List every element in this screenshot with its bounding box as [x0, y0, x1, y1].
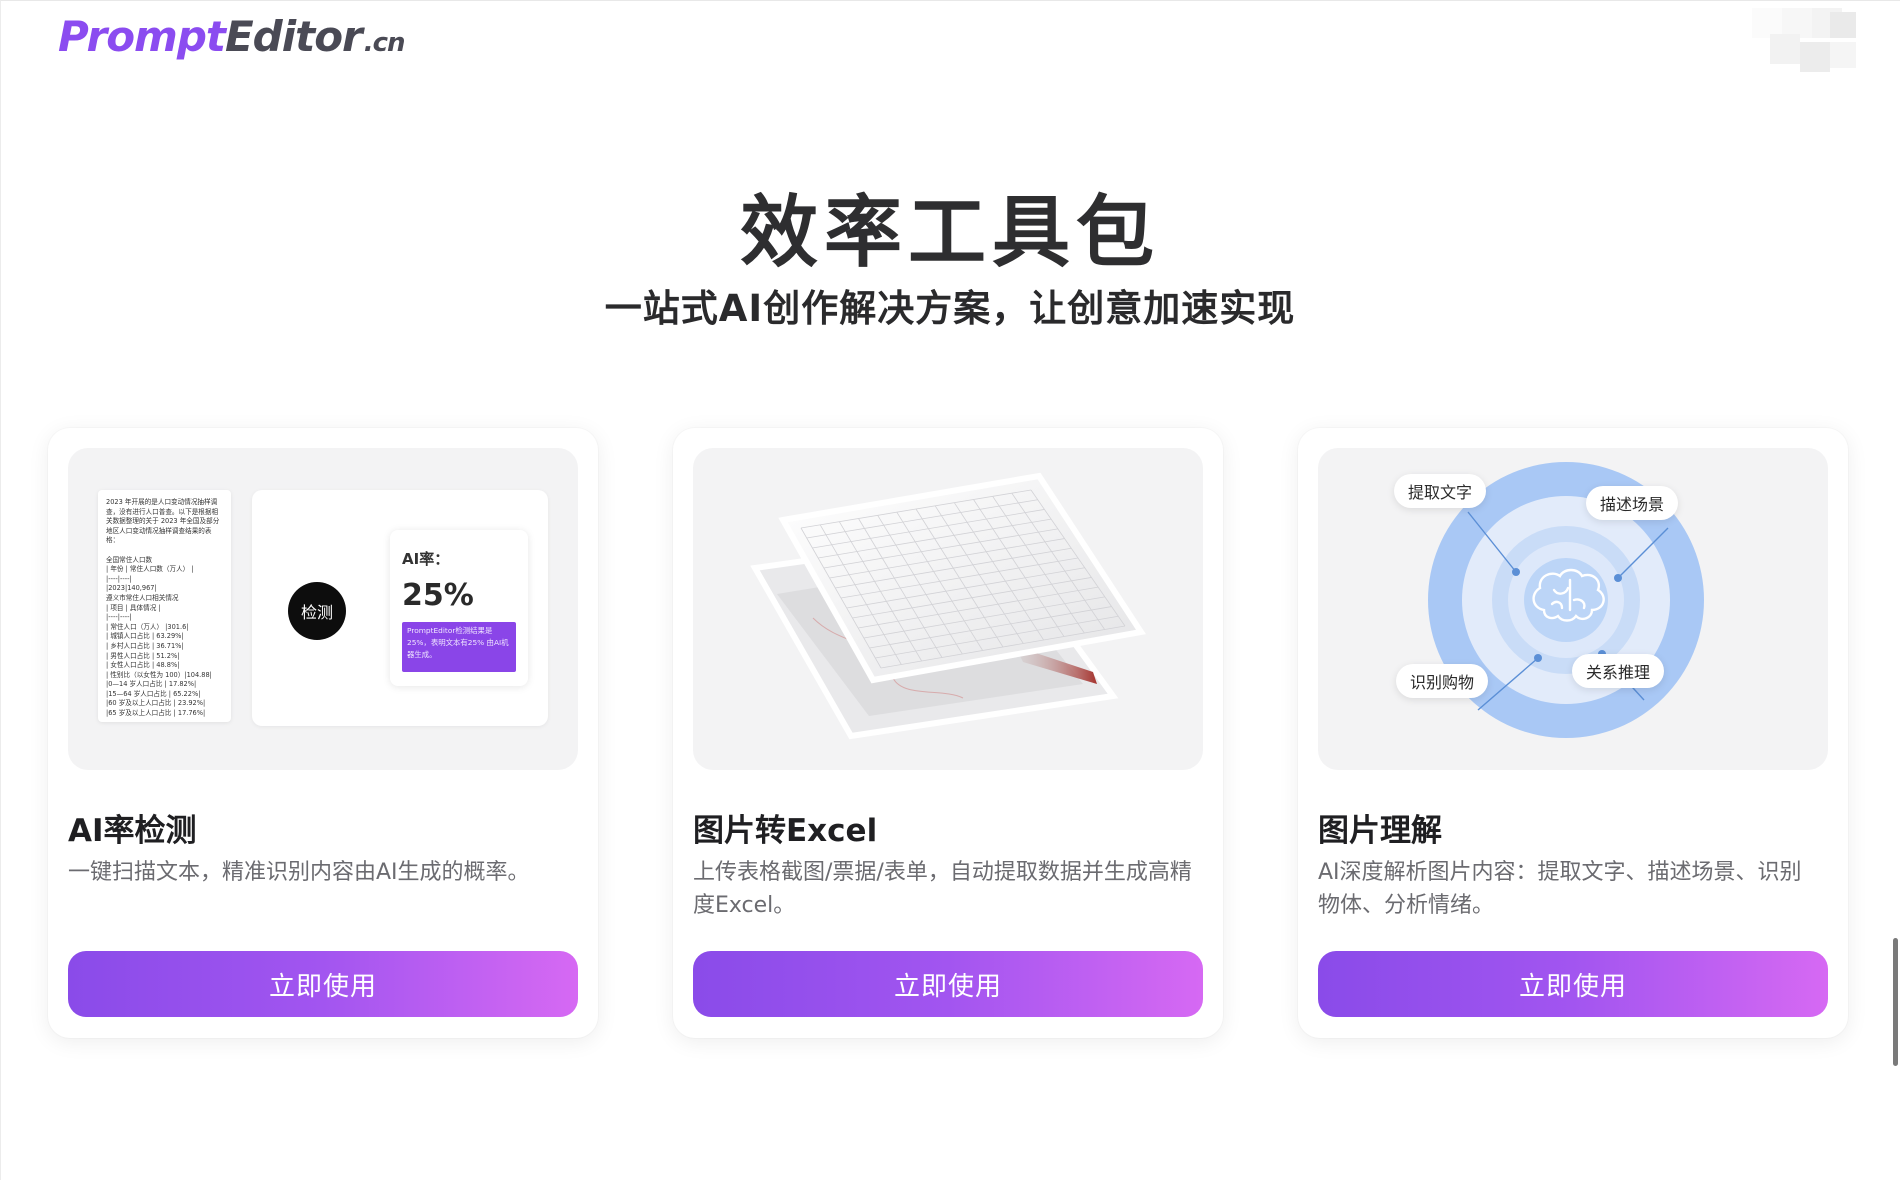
image-to-excel-preview	[693, 448, 1203, 770]
ai-rate-box: AI率： 25% PromptEditor检测结果是25%，表明文本有25% 由…	[390, 530, 528, 686]
document-line: 查，没有进行人口普查。以下是根据相	[106, 507, 219, 516]
card-description: AI深度解析图片内容：提取文字、描述场景、识别物体、分析情绪。	[1318, 860, 1802, 918]
document-line: |2023|140,967|	[106, 584, 157, 593]
card-description: 上传表格截图/票据/表单，自动提取数据并生成高精度Excel。	[693, 860, 1192, 918]
ai-rate-value: 25%	[402, 578, 474, 613]
document-line: 地区人口变动情况抽样调查结果的表	[106, 526, 212, 535]
detect-badge: 检测	[288, 582, 346, 640]
use-now-button-image-understanding[interactable]: 立即使用	[1318, 951, 1828, 1017]
scrollbar-thumb[interactable]	[1893, 938, 1898, 1066]
tag-recognize-objects: 识别购物	[1396, 664, 1489, 698]
detect-result-panel: 检测 AI率： 25% PromptEditor检测结果是25%，表明文本有25…	[252, 490, 548, 726]
document-line: 2023 年开展的是人口变动情况抽样调	[106, 498, 218, 506]
tag-relation-reasoning: 关系推理	[1572, 654, 1665, 688]
document-line: 格：	[106, 536, 120, 545]
document-line: | 项目 | 具体情况 |	[106, 603, 161, 612]
document-line: | 男性人口占比 | 51.2%|	[106, 651, 180, 660]
site-logo[interactable]: PromptEditor.cn	[58, 12, 406, 61]
user-avatar[interactable]	[1752, 8, 1860, 72]
logo-prompt-text: Prompt	[58, 12, 226, 61]
card-description: 一键扫描文本，精准识别内容由AI生成的概率。	[68, 860, 530, 885]
document-line: |60 岁及以上人口占比 | 23.92%|	[106, 699, 206, 708]
ai-rate-label: AI率：	[402, 550, 450, 568]
page-title: 效率工具包	[739, 188, 1160, 278]
document-line: |0—14 岁人口占比 | 17.82%|	[106, 680, 197, 689]
document-line: 关数据整理的关于 2023 年全国及部分	[106, 517, 220, 526]
document-line: 全国常住人口数	[106, 555, 153, 564]
card-title: AI率检测	[68, 813, 197, 849]
document-line: |65 岁及以上人口占比 | 17.76%|	[106, 709, 206, 718]
document-preview: 2023 年开展的是人口变动情况抽样调 查，没有进行人口普查。以下是根据相 关数据整…	[98, 490, 231, 722]
tag-describe-scene: 描述场景	[1586, 486, 1679, 520]
card-title: 图片转Excel	[693, 813, 878, 849]
tag-extract-text: 提取文字	[1394, 474, 1487, 508]
image-understanding-preview: 提取文字 描述场景 识别购物 关系推理	[1318, 448, 1828, 770]
logo-editor-text: Editor	[224, 12, 363, 61]
logo-cn-text: .cn	[363, 28, 406, 58]
use-now-button-ai-detect[interactable]: 立即使用	[68, 951, 578, 1017]
document-line: | 性别比（以女性为 100）|104.88|	[106, 670, 212, 679]
use-now-button-image-to-excel[interactable]: 立即使用	[693, 951, 1203, 1017]
card-title: 图片理解	[1318, 813, 1442, 849]
ai-detect-preview: 2023 年开展的是人口变动情况抽样调 查，没有进行人口普查。以下是根据相 关数据整…	[68, 448, 578, 770]
tool-card-image-to-excel: 图片转Excel 上传表格截图/票据/表单，自动提取数据并生成高精度Excel。…	[673, 428, 1223, 1038]
tool-card-ai-detect: 2023 年开展的是人口变动情况抽样调 查，没有进行人口普查。以下是根据相 关数据整…	[48, 428, 598, 1038]
ai-rate-note: PromptEditor检测结果是25%，表明文本有25% 由AI机器生成。	[402, 622, 516, 672]
document-line: | 女性人口占比 | 48.8%|	[106, 661, 180, 670]
document-line: |15—64 岁人口占比 | 65.22%|	[106, 689, 201, 698]
page-subtitle: 一站式AI创作解决方案，让创意加速实现	[604, 287, 1296, 330]
document-line: 遵义市常住人口相关情况	[106, 593, 179, 602]
tool-card-image-understanding: 提取文字 描述场景 识别购物 关系推理 图片理解 AI深度解析图片内容：提取文字…	[1298, 428, 1848, 1038]
spreadsheet-illustration	[750, 472, 1146, 740]
document-line: |----|----|	[106, 613, 132, 622]
document-line: | 年份 | 常住人口数（万人） |	[106, 565, 194, 574]
document-line: | 常住人口（万人） |301.6|	[106, 622, 189, 631]
document-line: | 城镇人口占比 | 63.29%|	[106, 632, 184, 641]
document-line: | 乡村人口占比 | 36.71%|	[106, 641, 184, 650]
header: PromptEditor.cn	[0, 0, 1900, 80]
document-line: |----|----|	[106, 574, 132, 583]
